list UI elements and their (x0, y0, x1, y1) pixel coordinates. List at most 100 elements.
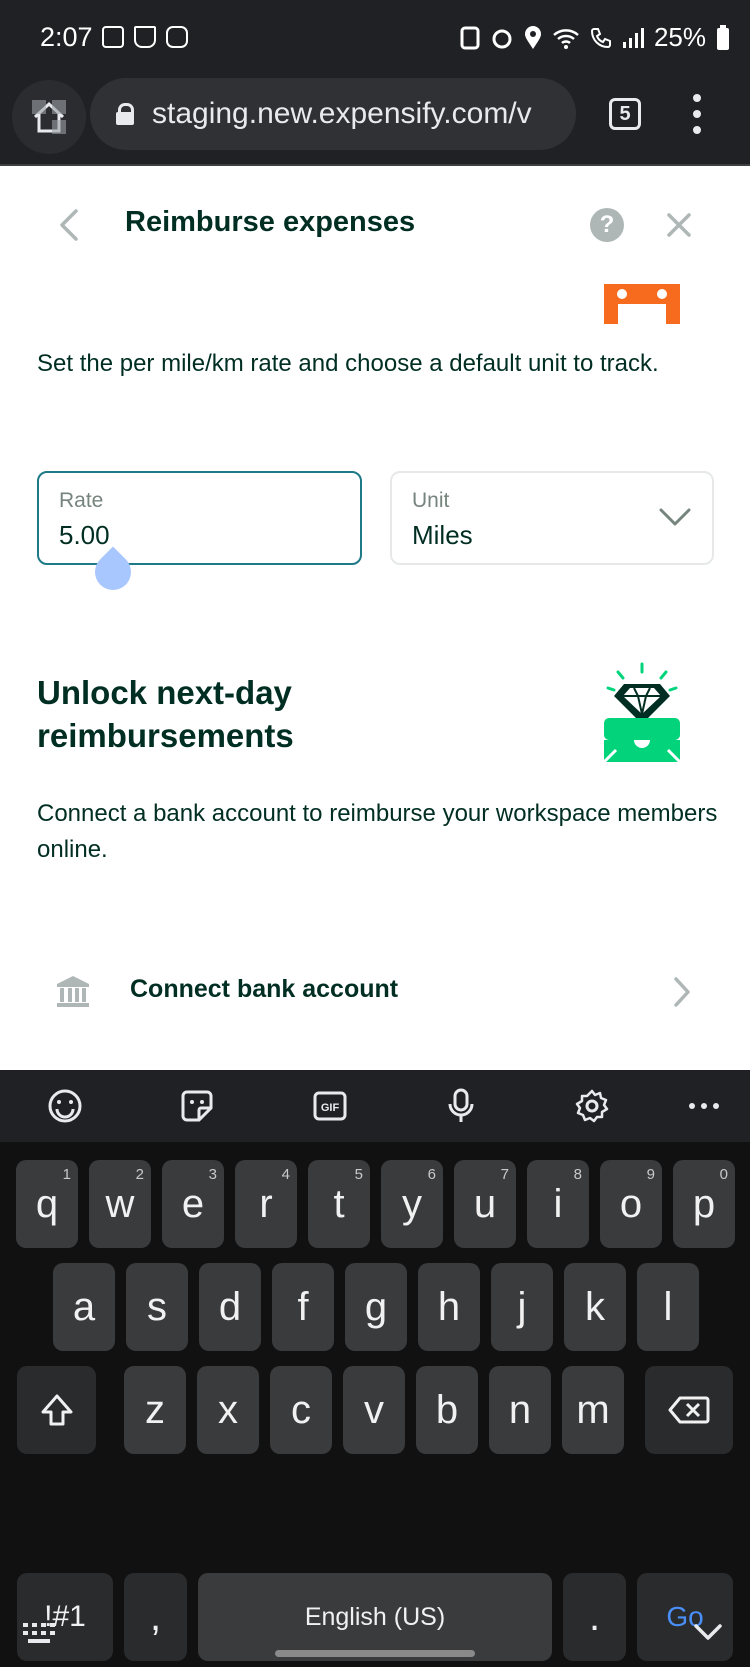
page-title: Reimburse expenses (125, 206, 416, 238)
call-icon (590, 27, 611, 48)
key-v[interactable]: v (343, 1366, 405, 1454)
lock-icon (116, 103, 134, 125)
location-icon (524, 25, 541, 49)
key-s[interactable]: s (126, 1263, 188, 1351)
shift-key[interactable] (17, 1366, 96, 1454)
svg-text:GIF: GIF (321, 1102, 340, 1114)
key-m[interactable]: m (562, 1366, 624, 1454)
key-label: q (35, 1181, 59, 1226)
key-t[interactable]: t5 (308, 1160, 370, 1248)
key-g[interactable]: g (345, 1263, 407, 1351)
unlock-heading-line2: reimbursements (37, 717, 294, 754)
space-key[interactable]: English (US) (198, 1573, 552, 1661)
close-icon[interactable] (664, 210, 694, 240)
wifi-icon (553, 28, 579, 49)
key-a[interactable]: a (53, 1263, 115, 1351)
car-illustration-icon (604, 284, 680, 324)
key-number-hint: 4 (281, 1166, 290, 1183)
browser-menu-button[interactable] (690, 94, 704, 134)
settings-gear-icon[interactable] (572, 1086, 612, 1126)
key-e[interactable]: e3 (162, 1160, 224, 1248)
key-label: y (402, 1181, 422, 1226)
key-label: x (218, 1387, 238, 1432)
rate-label: Rate (59, 489, 104, 512)
unit-value: Miles (412, 520, 473, 550)
key-number-hint: 2 (135, 1166, 144, 1183)
key-n[interactable]: n (489, 1366, 551, 1454)
rate-input[interactable]: Rate 5.00 (37, 471, 362, 565)
key-number-hint: 5 (354, 1166, 363, 1183)
key-x[interactable]: x (197, 1366, 259, 1454)
instagram-icon (166, 26, 188, 48)
key-l[interactable]: l (637, 1263, 699, 1351)
key-o[interactable]: o9 (600, 1160, 662, 1248)
more-options-icon[interactable] (684, 1086, 724, 1126)
key-k[interactable]: k (564, 1263, 626, 1351)
key-d[interactable]: d (199, 1263, 261, 1351)
system-icons: 25% (460, 22, 730, 53)
key-w[interactable]: w2 (89, 1160, 151, 1248)
key-number-hint: 0 (719, 1166, 728, 1183)
key-number-hint: 8 (573, 1166, 582, 1183)
key-f[interactable]: f (272, 1263, 334, 1351)
key-c[interactable]: c (270, 1366, 332, 1454)
gif-icon[interactable]: GIF (310, 1086, 350, 1126)
unlock-heading: Unlock next-day reimbursements (37, 671, 294, 757)
key-r[interactable]: r4 (235, 1160, 297, 1248)
key-label: r (259, 1181, 273, 1226)
key-h[interactable]: h (418, 1263, 480, 1351)
address-bar[interactable]: staging.new.expensify.com/v (90, 78, 576, 150)
rate-value[interactable]: 5.00 (59, 520, 110, 551)
key-label: u (473, 1181, 497, 1226)
soft-keyboard: GIF !#1 , English (US) . Go q1w2e3r4t5y6… (0, 1070, 750, 1667)
battery-percent: 25% (653, 22, 706, 52)
key-number-hint: 7 (500, 1166, 509, 1183)
emoji-icon[interactable] (45, 1086, 85, 1126)
signal-icon (622, 27, 644, 48)
tab-switcher-button[interactable]: 5 (609, 98, 641, 130)
key-b[interactable]: b (416, 1366, 478, 1454)
comma-key[interactable]: , (124, 1573, 187, 1661)
chevron-right-icon (674, 977, 690, 1007)
key-y[interactable]: y6 (381, 1160, 443, 1248)
connect-bank-account-item[interactable]: Connect bank account (0, 956, 750, 1026)
key-number-hint: 1 (62, 1166, 71, 1183)
connect-bank-account-label: Connect bank account (130, 975, 399, 1003)
symbols-key[interactable]: !#1 (17, 1573, 113, 1661)
keyboard-toolbar: GIF (0, 1070, 750, 1142)
backspace-key[interactable] (645, 1366, 733, 1454)
home-button[interactable] (12, 80, 86, 154)
microphone-icon[interactable] (441, 1086, 481, 1126)
key-j[interactable]: j (491, 1263, 553, 1351)
key-i[interactable]: i8 (527, 1160, 589, 1248)
period-key[interactable]: . (563, 1573, 626, 1661)
key-label: e (181, 1181, 205, 1226)
key-number-hint: 6 (427, 1166, 436, 1183)
key-p[interactable]: p0 (673, 1160, 735, 1248)
key-q[interactable]: q1 (16, 1160, 78, 1248)
hide-keyboard-icon[interactable] (693, 1622, 723, 1642)
key-label: i (553, 1181, 563, 1226)
key-label: p (692, 1181, 716, 1226)
unit-select[interactable]: Unit Miles (390, 471, 714, 565)
bank-icon (57, 976, 89, 1007)
shift-arrow-icon (41, 1394, 72, 1426)
go-key[interactable]: Go (637, 1573, 733, 1661)
key-label: m (576, 1387, 610, 1432)
key-label: w (105, 1181, 135, 1226)
help-icon[interactable]: ? (590, 208, 624, 242)
keyboard-switch-icon[interactable] (22, 1622, 58, 1644)
key-number-hint: 9 (646, 1166, 655, 1183)
gesture-navigation-bar[interactable] (275, 1650, 475, 1657)
url-text: staging.new.expensify.com/v (152, 97, 532, 130)
key-label: z (145, 1387, 165, 1432)
key-label: a (72, 1284, 96, 1329)
key-z[interactable]: z (124, 1366, 186, 1454)
key-u[interactable]: u7 (454, 1160, 516, 1248)
gallery-icon (102, 26, 124, 48)
unlock-description: Connect a bank account to reimburse your… (37, 800, 718, 863)
back-chevron-icon[interactable] (56, 208, 82, 242)
key-label: d (218, 1284, 242, 1329)
browser-toolbar: staging.new.expensify.com/v 5 (0, 70, 750, 166)
sticker-icon[interactable] (177, 1086, 217, 1126)
